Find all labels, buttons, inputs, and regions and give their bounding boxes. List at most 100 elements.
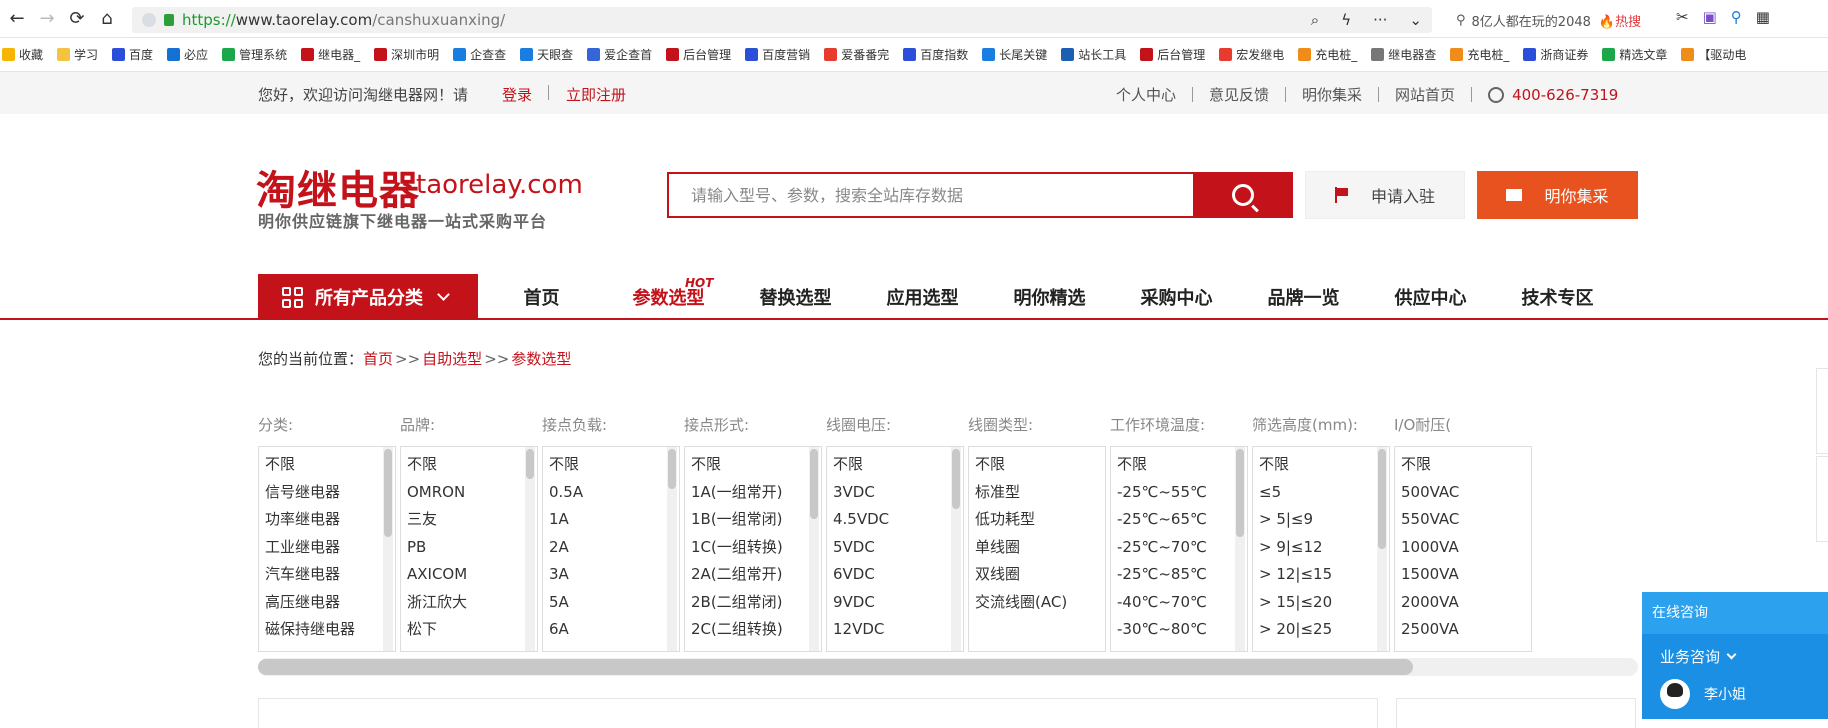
side-tab[interactable] [1816,368,1828,454]
filter-option[interactable]: 磁保持继电器 [259,616,395,644]
horizontal-scrollbar[interactable] [258,658,1638,676]
filter-scrollbar[interactable] [809,447,819,651]
filter-option[interactable]: 汽车继电器 [259,561,395,589]
filter-option[interactable]: 不限 [969,451,1105,479]
scrollbar-thumb[interactable] [384,449,392,537]
scrollbar-thumb[interactable] [1236,449,1244,537]
filter-listbox[interactable]: 不限 ≤5 > 5|≤9 > 9|≤12 > 12|≤15 > 15|≤20 > 20|≤2… [1252,446,1390,652]
side-tab[interactable] [1816,456,1828,542]
bookmark-item[interactable]: 浙商证券 [1523,46,1588,63]
filter-listbox[interactable]: 不限 -25℃~55℃ -25℃~65℃ -25℃~70℃ -25℃~85℃ -40℃~7… [1110,446,1248,652]
filter-option[interactable]: 1B(一组常闭) [685,506,821,534]
scrollbar-thumb[interactable] [526,449,534,479]
filter-option[interactable]: -25℃~70℃ [1111,534,1247,562]
bookmark-item[interactable]: 收藏 [2,46,43,63]
bookmark-item[interactable]: 深圳市明 [374,46,439,63]
bookmark-item[interactable]: 百度营销 [745,46,810,63]
filter-listbox[interactable]: 不限 信号继电器 功率继电器 工业继电器 汽车继电器 高压继电器 磁保持继电器 [258,446,396,652]
nav-item[interactable]: 供应中心 [1367,284,1494,310]
filter-option[interactable]: 4.5VDC [827,506,963,534]
filter-option[interactable]: 1A(一组常开) [685,479,821,507]
filter-option[interactable]: 浙江欣大 [401,589,537,617]
bookmark-item[interactable]: 后台管理 [666,46,731,63]
top-link-feedback[interactable]: 意见反馈 [1193,84,1285,105]
scrollbar-thumb[interactable] [1378,449,1386,549]
filter-option[interactable]: 不限 [827,451,963,479]
bookmark-item[interactable]: 爱企查首 [587,46,652,63]
bookmark-item[interactable]: 企查查 [453,46,506,63]
bookmark-item[interactable]: 必应 [167,46,208,63]
filter-option[interactable]: 信号继电器 [259,479,395,507]
bookmark-item[interactable]: 宏发继电 [1219,46,1284,63]
filter-option[interactable]: 双线圈 [969,561,1105,589]
filter-scrollbar[interactable] [667,447,677,651]
filter-option[interactable]: -25℃~85℃ [1111,561,1247,589]
translate-icon[interactable]: ▣ [1703,8,1717,26]
filter-option[interactable]: -30℃~80℃ [1111,616,1247,644]
filter-scrollbar[interactable] [525,447,535,651]
filter-option[interactable]: 1C(一组转换) [685,534,821,562]
filter-option[interactable]: 不限 [1253,451,1389,479]
bookmark-item[interactable]: 精选文章 [1602,46,1667,63]
filter-option[interactable]: ≤5 [1253,479,1389,507]
filter-option[interactable]: 松下 [401,616,537,644]
lightning-icon[interactable]: ϟ [1341,11,1351,29]
filter-option[interactable]: > 5|≤9 [1253,506,1389,534]
top-link-group-buy[interactable]: 明你集采 [1286,84,1378,105]
filter-scrollbar[interactable] [383,447,393,651]
top-link-home[interactable]: 网站首页 [1379,84,1471,105]
bookmark-item[interactable]: 学习 [57,46,98,63]
filter-option[interactable]: -25℃~55℃ [1111,479,1247,507]
filter-option[interactable]: 不限 [259,451,395,479]
filter-scrollbar[interactable] [1377,447,1387,651]
scrollbar-thumb[interactable] [952,449,960,509]
filter-option[interactable]: 高压继电器 [259,589,395,617]
bookmark-item[interactable]: 站长工具 [1061,46,1126,63]
logo-domain[interactable]: taorelay.com [416,170,583,200]
filter-option[interactable]: OMRON [401,479,537,507]
bookmark-item[interactable]: 爱番番完 [824,46,889,63]
forward-icon[interactable]: → [34,6,60,32]
filter-option[interactable]: 不限 [685,451,821,479]
bookmark-item[interactable]: 继电器_ [301,46,360,63]
filter-option[interactable]: > 15|≤20 [1253,589,1389,617]
filter-option[interactable]: 2A [543,534,679,562]
nav-item[interactable]: 参数选型 HOT [605,276,732,310]
filter-option[interactable]: 不限 [1395,451,1531,479]
filter-listbox[interactable]: 不限 3VDC 4.5VDC 5VDC 6VDC 9VDC 12VDC [826,446,964,652]
filter-listbox[interactable]: 不限 标准型 低功耗型 单线圈 双线圈 交流线圈(AC) [968,446,1106,652]
bookmark-item[interactable]: 充电桩_ [1298,46,1357,63]
filter-option[interactable]: 单线圈 [969,534,1105,562]
filter-option[interactable]: 5A [543,589,679,617]
bookmark-item[interactable]: 百度 [112,46,153,63]
filter-option[interactable]: 2000VA [1395,589,1531,617]
home-icon[interactable]: ⌂ [94,6,120,32]
filter-option[interactable]: 1A [543,506,679,534]
bookmark-item[interactable]: 【驱动电 [1681,46,1746,63]
filter-option[interactable]: 三友 [401,506,537,534]
find-icon[interactable]: ⚲ [1731,8,1742,26]
nav-item[interactable]: 采购中心 [1113,284,1240,310]
bookmark-item[interactable]: 继电器查 [1371,46,1436,63]
filter-option[interactable]: 2A(二组常开) [685,561,821,589]
filter-option[interactable]: -25℃~65℃ [1111,506,1247,534]
filter-listbox[interactable]: 不限 500VAC 550VAC 1000VA 1500VA 2000VA 2500VA [1394,446,1532,652]
filter-option[interactable]: 500VAC [1395,479,1531,507]
bookmark-item[interactable]: 天眼查 [520,46,573,63]
filter-option[interactable]: 不限 [401,451,537,479]
filter-option[interactable]: 12VDC [827,616,963,644]
filter-listbox[interactable]: 不限 1A(一组常开) 1B(一组常闭) 1C(一组转换) 2A(二组常开) 2B(二组常… [684,446,822,652]
breadcrumb-self-select[interactable]: 自助选型 [422,350,482,368]
more-icon[interactable]: ··· [1373,11,1387,29]
filter-listbox[interactable]: 不限 OMRON 三友 PB AXICOM 浙江欣大 松下 [400,446,538,652]
filter-option[interactable]: 2B(二组常闭) [685,589,821,617]
back-icon[interactable]: ← [4,6,30,32]
filter-option[interactable]: 1500VA [1395,561,1531,589]
filter-listbox[interactable]: 不限 0.5A 1A 2A 3A 5A 6A [542,446,680,652]
filter-option[interactable]: > 9|≤12 [1253,534,1389,562]
filter-option[interactable]: 6VDC [827,561,963,589]
bookmark-item[interactable]: 充电桩_ [1450,46,1509,63]
scrollbar-thumb[interactable] [668,449,676,489]
apply-join-button[interactable]: 申请入驻 [1305,171,1465,219]
group-buy-button[interactable]: 明你集采 [1477,171,1638,219]
